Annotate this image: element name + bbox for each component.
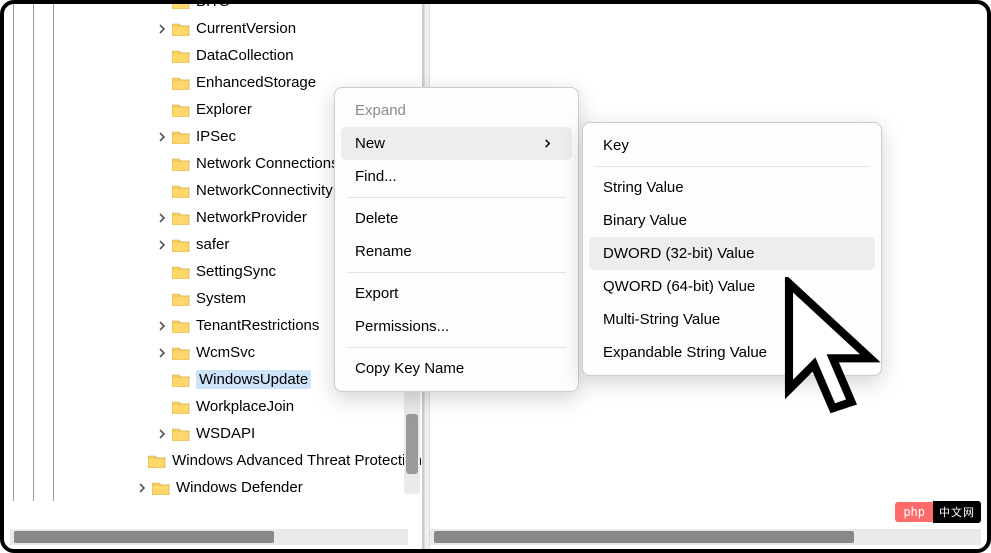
folder-icon bbox=[172, 129, 190, 144]
menu-item-qword-64-bit-value[interactable]: QWORD (64-bit) Value bbox=[589, 270, 875, 303]
tree-item-datacollection[interactable]: DataCollection bbox=[4, 42, 422, 69]
tree-item-label: WorkplaceJoin bbox=[196, 398, 294, 415]
tree-item-label: SettingSync bbox=[196, 263, 276, 280]
horizontal-scrollbar-right[interactable] bbox=[430, 529, 981, 545]
horizontal-scrollbar-left[interactable] bbox=[10, 529, 408, 545]
menu-item-label: Multi-String Value bbox=[603, 311, 720, 328]
folder-icon bbox=[172, 75, 190, 90]
context-submenu-new[interactable]: Key String Value Binary Value DWORD (32-bit… bbox=[582, 122, 882, 376]
expand-icon[interactable] bbox=[154, 237, 170, 253]
expand-icon[interactable] bbox=[154, 21, 170, 37]
menu-item-binary-value[interactable]: Binary Value bbox=[589, 204, 875, 237]
menu-item-rename[interactable]: Rename bbox=[341, 235, 572, 268]
horizontal-scrollbar-thumb[interactable] bbox=[434, 531, 854, 543]
tree-item-label: Windows Advanced Threat Protection bbox=[172, 452, 422, 469]
menu-item-expandable-string-value[interactable]: Expandable String Value bbox=[589, 336, 875, 369]
menu-item-dword-32-bit-value[interactable]: DWORD (32-bit) Value bbox=[589, 237, 875, 270]
folder-icon bbox=[172, 318, 190, 333]
menu-item-label: Rename bbox=[355, 243, 412, 260]
menu-item-label: Permissions... bbox=[355, 318, 449, 335]
menu-item-label: Find... bbox=[355, 168, 397, 185]
menu-item-find[interactable]: Find... bbox=[341, 160, 572, 193]
menu-item-expand: Expand bbox=[341, 94, 572, 127]
horizontal-scrollbar-thumb[interactable] bbox=[14, 531, 274, 543]
tree-item-windows-defender[interactable]: Windows Defender bbox=[4, 474, 422, 501]
tree-item-label: Explorer bbox=[196, 101, 252, 118]
menu-item-label: Export bbox=[355, 285, 398, 302]
menu-item-new[interactable]: New bbox=[341, 127, 572, 160]
menu-separator bbox=[347, 197, 566, 198]
tree-item-label: WindowsUpdate bbox=[196, 370, 311, 389]
menu-item-label: QWORD (64-bit) Value bbox=[603, 278, 755, 295]
tree-item-label: TenantRestrictions bbox=[196, 317, 319, 334]
folder-icon bbox=[172, 372, 190, 387]
tree-item-label: CurrentVersion bbox=[196, 20, 296, 37]
watermark-left: php bbox=[895, 502, 933, 522]
tree-item-currentversion[interactable]: CurrentVersion bbox=[4, 15, 422, 42]
folder-icon bbox=[172, 210, 190, 225]
tree-item-label: safer bbox=[196, 236, 229, 253]
tree-item-label: System bbox=[196, 290, 246, 307]
menu-item-label: Expandable String Value bbox=[603, 344, 767, 361]
menu-item-label: Expand bbox=[355, 102, 406, 119]
tree-item-label: EnhancedStorage bbox=[196, 74, 316, 91]
tree-item-label: Network Connections bbox=[196, 155, 339, 172]
expand-icon[interactable] bbox=[134, 480, 150, 496]
folder-icon bbox=[148, 453, 166, 468]
tree-item-workplacejoin[interactable]: WorkplaceJoin bbox=[4, 393, 422, 420]
tree-item-windows-advanced-threat-protection[interactable]: Windows Advanced Threat Protection bbox=[4, 447, 422, 474]
menu-separator bbox=[347, 272, 566, 273]
expand-icon[interactable] bbox=[154, 426, 170, 442]
tree-item-label: WcmSvc bbox=[196, 344, 255, 361]
menu-item-label: Binary Value bbox=[603, 212, 687, 229]
tree-item-label: Windows Defender bbox=[176, 479, 303, 496]
tree-item-label: NetworkConnectivity bbox=[196, 182, 333, 199]
menu-item-key[interactable]: Key bbox=[589, 129, 875, 162]
folder-icon bbox=[172, 102, 190, 117]
menu-item-permissions[interactable]: Permissions... bbox=[341, 310, 572, 343]
folder-icon bbox=[172, 264, 190, 279]
context-menu[interactable]: Expand New Find... Delete Rename Export Permis… bbox=[334, 87, 579, 392]
menu-item-label: String Value bbox=[603, 179, 684, 196]
folder-icon bbox=[172, 21, 190, 36]
menu-item-string-value[interactable]: String Value bbox=[589, 171, 875, 204]
vertical-scrollbar-thumb[interactable] bbox=[406, 414, 418, 474]
folder-icon bbox=[172, 345, 190, 360]
expand-icon[interactable] bbox=[154, 345, 170, 361]
folder-icon bbox=[152, 480, 170, 495]
tree-item-label: NetworkProvider bbox=[196, 209, 307, 226]
watermark-badge: php 中文网 bbox=[895, 501, 981, 523]
menu-item-copy-key-name[interactable]: Copy Key Name bbox=[341, 352, 572, 385]
menu-item-label: Delete bbox=[355, 210, 398, 227]
tree-item-label: IPSec bbox=[196, 128, 236, 145]
menu-item-delete[interactable]: Delete bbox=[341, 202, 572, 235]
folder-icon bbox=[172, 4, 190, 9]
folder-icon bbox=[172, 183, 190, 198]
expand-icon[interactable] bbox=[154, 129, 170, 145]
chevron-right-icon bbox=[543, 135, 552, 152]
folder-icon bbox=[172, 426, 190, 441]
menu-item-label: Copy Key Name bbox=[355, 360, 464, 377]
menu-separator bbox=[595, 166, 869, 167]
menu-item-export[interactable]: Export bbox=[341, 277, 572, 310]
tree-item-label: DataCollection bbox=[196, 47, 294, 64]
tree-item-label: BITS bbox=[196, 4, 229, 10]
folder-icon bbox=[172, 48, 190, 63]
tree-item-label: WSDAPI bbox=[196, 425, 255, 442]
menu-item-label: DWORD (32-bit) Value bbox=[603, 245, 754, 262]
expand-icon[interactable] bbox=[154, 318, 170, 334]
watermark-right: 中文网 bbox=[933, 501, 981, 523]
folder-icon bbox=[172, 237, 190, 252]
expand-icon[interactable] bbox=[154, 210, 170, 226]
menu-separator bbox=[347, 347, 566, 348]
tree-item-wsdapi[interactable]: WSDAPI bbox=[4, 420, 422, 447]
folder-icon bbox=[172, 291, 190, 306]
folder-icon bbox=[172, 156, 190, 171]
menu-item-multi-string-value[interactable]: Multi-String Value bbox=[589, 303, 875, 336]
menu-item-label: New bbox=[355, 135, 385, 152]
tree-item-bits[interactable]: BITS bbox=[4, 4, 422, 15]
folder-icon bbox=[172, 399, 190, 414]
menu-item-label: Key bbox=[603, 137, 629, 154]
